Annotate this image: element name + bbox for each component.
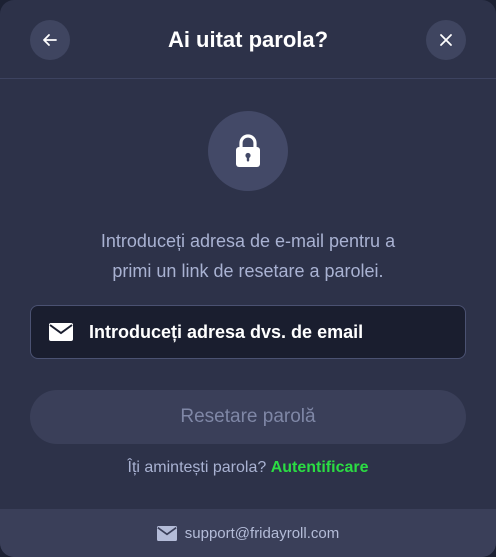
instructions-line-2: primi un link de resetare a parolei. xyxy=(112,261,384,281)
reset-password-button[interactable]: Resetare parolă xyxy=(30,390,466,444)
email-field[interactable]: Introduceți adresa dvs. de email xyxy=(30,305,466,359)
remember-password-row: Îți amintești parola? Autentificare xyxy=(0,457,496,479)
remember-text: Îți amintești parola? xyxy=(127,459,267,476)
instructions-text: Introduceți adresa de e-mail pentru a pr… xyxy=(40,226,456,286)
close-icon xyxy=(440,34,452,46)
back-button[interactable] xyxy=(30,20,70,60)
login-link[interactable]: Autentificare xyxy=(271,459,369,476)
support-email-link[interactable]: support@fridayroll.com xyxy=(185,525,339,542)
instructions-line-1: Introduceți adresa de e-mail pentru a xyxy=(100,231,396,251)
envelope-icon xyxy=(156,525,177,541)
modal-header: Ai uitat parola? xyxy=(0,0,496,79)
lock-badge xyxy=(208,111,288,191)
envelope-icon xyxy=(49,323,73,341)
modal-title: Ai uitat parola? xyxy=(167,27,329,52)
email-placeholder: Introduceți adresa dvs. de email xyxy=(89,321,364,342)
support-footer: support@fridayroll.com xyxy=(0,509,496,557)
close-button[interactable] xyxy=(426,20,466,60)
forgot-password-modal: Ai uitat parola? Introduceți adresa de e… xyxy=(0,0,496,557)
arrow-left-icon xyxy=(43,34,57,46)
lock-icon xyxy=(236,134,260,167)
